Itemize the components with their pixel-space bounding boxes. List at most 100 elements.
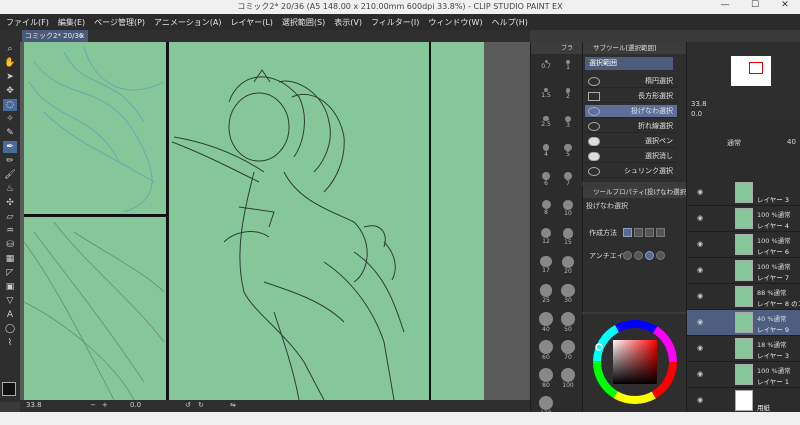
brush-size-option[interactable]: 60 xyxy=(537,338,555,361)
brush-size-option[interactable]: 7 xyxy=(559,170,577,190)
flip-icon[interactable]: ⇋ xyxy=(230,401,236,409)
subtract-selection-button[interactable] xyxy=(645,228,654,237)
frame-border-icon[interactable]: ▣ xyxy=(3,281,17,293)
gradient-icon[interactable]: ▦ xyxy=(3,253,17,265)
brush-size-option[interactable]: 15 xyxy=(559,226,577,246)
intersect-selection-button[interactable] xyxy=(656,228,665,237)
decoration-icon[interactable]: ✣ xyxy=(3,197,17,209)
subtool-polyline[interactable]: 折れ線選択 xyxy=(585,120,677,133)
brush-size-option[interactable]: 0.7 xyxy=(537,58,555,78)
navigator-view-rect[interactable] xyxy=(749,62,763,74)
subtool-rectangle[interactable]: 長方形選択 xyxy=(585,90,677,103)
rotate-left-icon[interactable]: ↺ xyxy=(185,401,191,409)
eye-icon[interactable]: ◉ xyxy=(697,267,705,274)
comic-page[interactable] xyxy=(22,42,484,400)
add-selection-button[interactable] xyxy=(634,228,643,237)
navigator-preview[interactable] xyxy=(731,56,771,86)
menu-filter[interactable]: フィルター(I) xyxy=(371,17,419,28)
eye-icon[interactable]: ◉ xyxy=(697,371,705,378)
antialias-medium-button[interactable] xyxy=(645,251,654,260)
new-selection-button[interactable] xyxy=(623,228,632,237)
blend-icon[interactable]: ♒ xyxy=(3,225,17,237)
color-wheel[interactable] xyxy=(583,314,687,414)
brush-size-option[interactable]: 5 xyxy=(559,142,577,162)
rotate-right-icon[interactable]: ↻ xyxy=(198,401,204,409)
canvas-area[interactable] xyxy=(20,42,530,400)
eye-icon[interactable]: ◉ xyxy=(697,319,705,326)
layer-row[interactable]: ◉ 用紙 xyxy=(687,388,800,414)
lasso-select-icon[interactable]: ◌ xyxy=(3,99,17,111)
menu-file[interactable]: ファイル(F) xyxy=(6,17,49,28)
antialias-strong-button[interactable] xyxy=(656,251,665,260)
brush-size-option[interactable]: 40 xyxy=(537,310,555,333)
brush-size-option[interactable]: 120 xyxy=(537,394,555,417)
brush-size-option[interactable]: 25 xyxy=(537,282,555,304)
maximize-button[interactable]: ☐ xyxy=(740,0,770,14)
brush-size-option[interactable]: 3 xyxy=(559,114,577,134)
move-icon[interactable]: ✥ xyxy=(3,85,17,97)
layer-row[interactable]: ◉ 100 %通常 レイヤー 7 xyxy=(687,258,800,284)
menu-animation[interactable]: アニメーション(A) xyxy=(154,17,221,28)
eraser-icon[interactable]: ▱ xyxy=(3,211,17,223)
menu-layer[interactable]: レイヤー(L) xyxy=(230,17,272,28)
menu-window[interactable]: ウィンドウ(W) xyxy=(428,17,482,28)
document-tab[interactable]: コミック2* 20/36 × xyxy=(22,30,88,42)
layer-row[interactable]: ◉ 40 %通常 レイヤー 9 xyxy=(687,310,800,336)
brush-size-option[interactable]: 70 xyxy=(559,338,577,361)
zoom-value[interactable]: 33.8 xyxy=(26,401,42,409)
zoom-out-icon[interactable]: − xyxy=(90,401,96,409)
figure-icon[interactable]: ◸ xyxy=(3,267,17,279)
menu-selection[interactable]: 選択範囲(S) xyxy=(282,17,325,28)
minimize-button[interactable]: — xyxy=(710,0,740,14)
layer-row[interactable]: ◉ 100 %通常 レイヤー 6 xyxy=(687,232,800,258)
brush-size-option[interactable]: 6 xyxy=(537,170,555,190)
close-tab-icon[interactable]: × xyxy=(79,30,85,42)
hand-icon[interactable]: ✋ xyxy=(3,57,17,69)
subtool-ellipse[interactable]: 楕円選択 xyxy=(585,75,677,88)
brush-size-option[interactable]: 80 xyxy=(537,366,555,389)
brush-size-option[interactable]: 8 xyxy=(537,198,555,218)
subtool-selection-pen[interactable]: 選択ペン xyxy=(585,135,677,148)
menu-page[interactable]: ページ管理(P) xyxy=(94,17,145,28)
airbrush-icon[interactable]: ♨ xyxy=(3,183,17,195)
menu-help[interactable]: ヘルプ(H) xyxy=(492,17,528,28)
brush-size-option[interactable]: 10 xyxy=(559,198,577,218)
subtool-shrink[interactable]: シュリンク選択 xyxy=(585,165,677,178)
correct-line-icon[interactable]: ⌇ xyxy=(3,337,17,349)
eye-icon[interactable]: ◉ xyxy=(697,293,705,300)
navigator-zoom[interactable]: 33.8 xyxy=(691,100,707,108)
close-window-button[interactable]: ✕ xyxy=(770,0,800,14)
brush-size-option[interactable]: 1 xyxy=(559,58,577,78)
brush-size-option[interactable]: 100 xyxy=(559,366,577,389)
subtool-erase-selection[interactable]: 選択消し xyxy=(585,150,677,163)
brush-size-option[interactable]: 50 xyxy=(559,310,577,333)
antialias-none-button[interactable] xyxy=(623,251,632,260)
ruler-icon[interactable]: ▽ xyxy=(3,295,17,307)
brush-size-option[interactable]: 20 xyxy=(559,254,577,275)
text-icon[interactable]: A xyxy=(3,309,17,321)
subtool-lasso[interactable]: 投げなわ選択 xyxy=(585,105,677,118)
eye-icon[interactable]: ◉ xyxy=(697,215,705,222)
brush-size-option[interactable]: 2 xyxy=(559,86,577,106)
brush-size-option[interactable]: 12 xyxy=(537,226,555,246)
blend-mode-select[interactable]: 通常 xyxy=(727,138,741,148)
eyedropper-icon[interactable]: ✎ xyxy=(3,127,17,139)
zoom-icon[interactable]: ⌕ xyxy=(3,43,17,55)
layer-row[interactable]: ◉ 100 %通常 レイヤー 1 xyxy=(687,362,800,388)
brush-size-option[interactable]: 30 xyxy=(559,282,577,304)
brush-size-option[interactable]: 1.5 xyxy=(537,86,555,106)
layer-row[interactable]: ◉ 88 %通常 レイヤー 8 のコ xyxy=(687,284,800,310)
auto-select-icon[interactable]: ✧ xyxy=(3,113,17,125)
eye-icon[interactable]: ◉ xyxy=(697,397,705,404)
subtool-group-tab[interactable]: 選択範囲 xyxy=(585,57,673,70)
brush-size-option[interactable]: 17 xyxy=(537,254,555,274)
brush-size-option[interactable]: 2.5 xyxy=(537,114,555,134)
antialias-weak-button[interactable] xyxy=(634,251,643,260)
navigator-rotation[interactable]: 0.0 xyxy=(691,110,702,118)
pen-icon[interactable]: ✒ xyxy=(3,141,17,153)
operation-icon[interactable]: ➤ xyxy=(3,71,17,83)
fill-icon[interactable]: ⛁ xyxy=(3,239,17,251)
eye-icon[interactable]: ◉ xyxy=(697,241,705,248)
eye-icon[interactable]: ◉ xyxy=(697,345,705,352)
layer-opacity[interactable]: 40 xyxy=(787,138,796,146)
